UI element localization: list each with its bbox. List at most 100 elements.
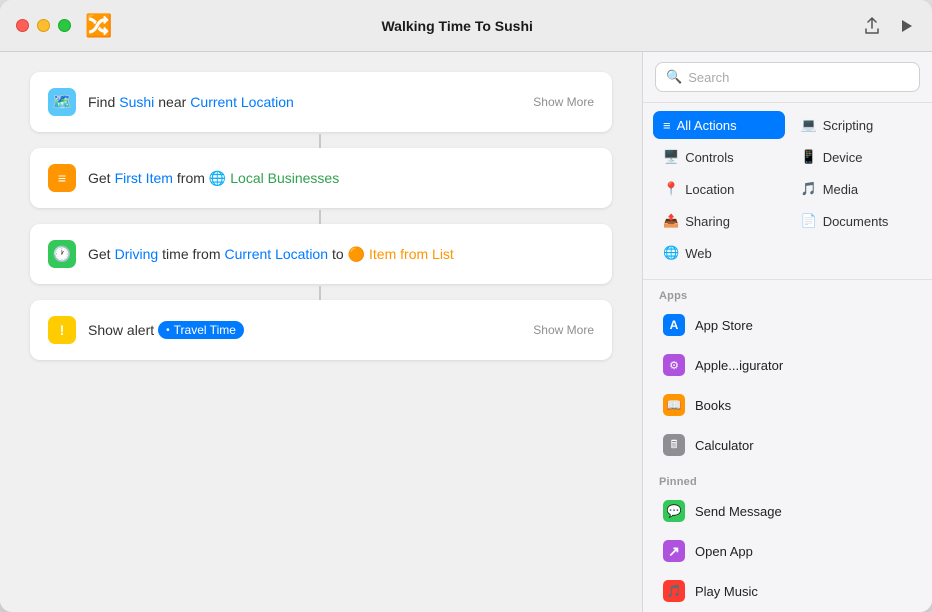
web-icon: 🌐 [663,245,679,261]
books-label: Books [695,398,731,413]
sidebar-scroll: Apps A App Store ⚙ Apple...igurator 📖 Bo… [643,280,932,612]
section-label-pinned: Pinned [653,466,922,492]
step-word-current-location-2[interactable]: Current Location [225,246,329,262]
step-word-local-businesses[interactable]: 🌐 Local Businesses [209,170,339,187]
step-get-first-item[interactable]: ≡ Get First Item from 🌐 Local Businesses [30,148,612,208]
sharing-icon: 📤 [663,213,679,229]
show-more-2[interactable]: Show More [533,323,594,337]
location-icon: 📍 [663,181,679,197]
step-show-alert[interactable]: ! Show alert Travel Time Show More [30,300,612,360]
cat-device[interactable]: 📱 Device [791,143,923,171]
cat-all-actions[interactable]: ≡ All Actions [653,111,785,139]
step-text-alert: Show alert Travel Time [88,321,525,339]
step-word-current-location-1[interactable]: Current Location [190,94,294,110]
share-button[interactable] [862,16,882,36]
connector-2 [319,210,321,224]
sidebar: 🔍 ≡ All Actions 💻 Scripting [642,52,932,612]
cat-media[interactable]: 🎵 Media [791,175,923,203]
travel-time-badge[interactable]: Travel Time [158,321,244,339]
sidebar-item-open-app[interactable]: ↗ Open App [653,532,922,570]
step-word-get2: Get [88,246,111,262]
search-input[interactable] [688,70,909,85]
step-icon-find-sushi: 🗺️ [48,88,76,116]
titlebar-actions [862,16,916,36]
step-icon-get-item: ≡ [48,164,76,192]
cat-row-4: 📤 Sharing 📄 Documents [653,207,922,235]
all-actions-icon: ≡ [663,118,671,133]
step-word-sushi[interactable]: Sushi [119,94,154,110]
cat-all-actions-label: All Actions [677,118,737,133]
cat-controls[interactable]: 🖥️ Controls [653,143,785,171]
step-find-sushi[interactable]: 🗺️ Find Sushi near Current Location Show… [30,72,612,132]
controls-icon: 🖥️ [663,149,679,165]
sidebar-item-apple-configurator[interactable]: ⚙ Apple...igurator [653,346,922,384]
cat-web[interactable]: 🌐 Web [653,239,782,267]
cat-location-label: Location [685,182,734,197]
app-window: 🔀 Walking Time To Sushi 🗺️ Find [0,0,932,612]
workflow-panel: 🗺️ Find Sushi near Current Location Show… [0,52,642,612]
section-label-apps: Apps [653,280,922,306]
media-icon: 🎵 [801,181,817,197]
sidebar-item-books[interactable]: 📖 Books [653,386,922,424]
play-music-icon: 🎵 [663,580,685,602]
window-title: Walking Time To Sushi [52,18,862,34]
apple-configurator-icon: ⚙ [663,354,685,376]
step-word-from: from [177,170,205,186]
cat-row-2: 🖥️ Controls 📱 Device [653,143,922,171]
cat-row-1: ≡ All Actions 💻 Scripting [653,111,922,139]
cat-sharing[interactable]: 📤 Sharing [653,207,785,235]
step-get-driving-time[interactable]: 🕐 Get Driving time from Current Location… [30,224,612,284]
cat-web-label: Web [685,246,712,261]
sidebar-item-play-music[interactable]: 🎵 Play Music [653,572,922,610]
books-icon: 📖 [663,394,685,416]
play-button[interactable] [896,16,916,36]
send-message-icon: 💬 [663,500,685,522]
scripting-icon: 💻 [801,117,817,133]
minimize-button[interactable] [37,19,50,32]
step-word-driving[interactable]: Driving [115,246,159,262]
step-word-item-from-list[interactable]: 🟠 Item from List [348,246,454,263]
cat-controls-label: Controls [685,150,733,165]
cat-scripting[interactable]: 💻 Scripting [791,111,923,139]
step-word-find: Find [88,94,115,110]
sidebar-item-app-store[interactable]: A App Store [653,306,922,344]
calculator-icon: 🖩 [663,434,685,456]
connector-1 [319,134,321,148]
step-word-get: Get [88,170,111,186]
categories-panel: ≡ All Actions 💻 Scripting 🖥️ Controls 📱 [643,103,932,280]
cat-row-3: 📍 Location 🎵 Media [653,175,922,203]
sidebar-item-send-message[interactable]: 💬 Send Message [653,492,922,530]
app-store-label: App Store [695,318,753,333]
main-content: 🗺️ Find Sushi near Current Location Show… [0,52,932,612]
step-icon-alert: ! [48,316,76,344]
titlebar: 🔀 Walking Time To Sushi [0,0,932,52]
cat-scripting-label: Scripting [823,118,874,133]
device-icon: 📱 [801,149,817,165]
cat-location[interactable]: 📍 Location [653,175,785,203]
show-more-1[interactable]: Show More [533,95,594,109]
sidebar-item-calculator[interactable]: 🖩 Calculator [653,426,922,464]
step-word-near: near [158,94,186,110]
step-icon-driving: 🕐 [48,240,76,268]
step-word-first-item[interactable]: First Item [115,170,173,186]
cat-device-label: Device [823,150,863,165]
calculator-label: Calculator [695,438,754,453]
search-icon: 🔍 [666,69,682,85]
send-message-label: Send Message [695,504,782,519]
cat-documents[interactable]: 📄 Documents [791,207,923,235]
connector-3 [319,286,321,300]
step-text-find-sushi: Find Sushi near Current Location [88,94,525,110]
step-word-show-alert: Show alert [88,322,154,338]
close-button[interactable] [16,19,29,32]
step-word-time-from: time from [162,246,220,262]
cat-media-label: Media [823,182,858,197]
open-app-label: Open App [695,544,753,559]
search-bar: 🔍 [643,52,932,103]
open-app-icon: ↗ [663,540,685,562]
cat-sharing-label: Sharing [685,214,730,229]
apple-configurator-label: Apple...igurator [695,358,783,373]
play-music-label: Play Music [695,584,758,599]
search-wrapper: 🔍 [655,62,920,92]
step-text-get-item: Get First Item from 🌐 Local Businesses [88,170,594,187]
documents-icon: 📄 [801,213,817,229]
